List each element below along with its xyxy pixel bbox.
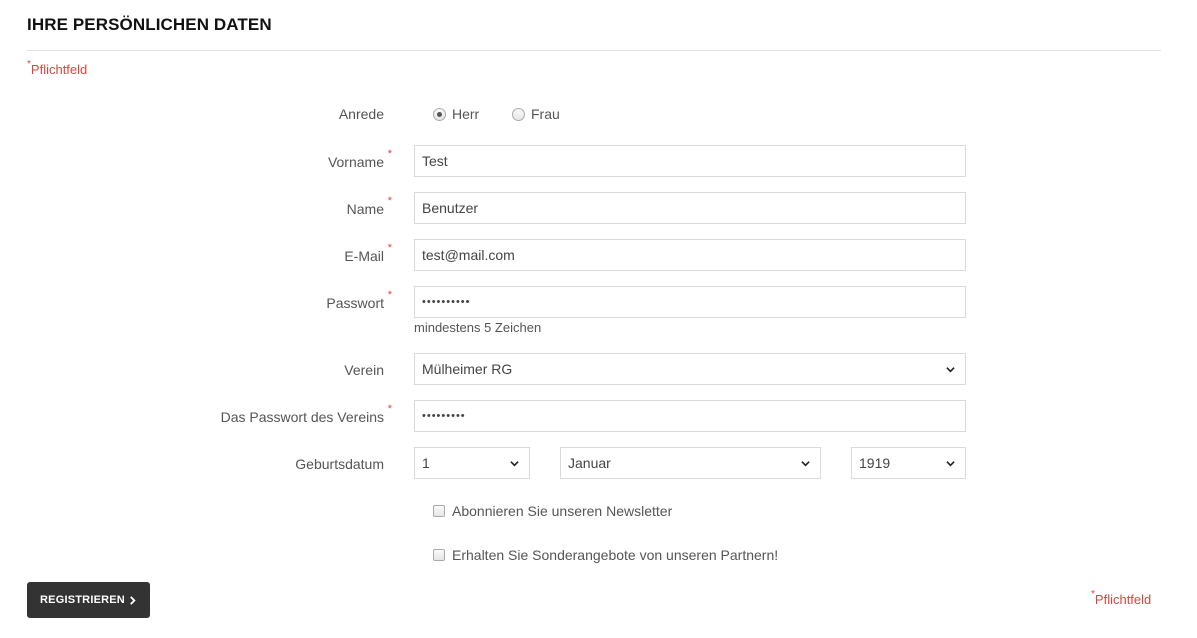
required-star: * [387,242,392,254]
chevron-down-icon [946,367,955,373]
partners-checkbox[interactable]: Erhalten Sie Sonderangebote von unseren … [433,547,778,563]
password-input[interactable]: •••••••••• [414,286,966,318]
birthdate-month-select[interactable]: Januar [560,447,821,479]
birthdate-year-select[interactable]: 1919 [851,447,966,479]
checkbox-unchecked-icon[interactable] [433,549,445,561]
email-label: E-Mail * [344,242,392,264]
required-note-top: *Pflichtfeld [27,59,88,77]
firstname-input[interactable]: Test [414,145,966,177]
title-divider [27,50,1161,51]
required-star: * [1091,589,1095,600]
required-star: * [27,59,31,70]
salutation-label: Anrede [338,106,384,122]
required-note-bottom: *Pflichtfeld [1091,589,1152,607]
register-button[interactable]: REGISTRIEREN [27,582,150,618]
salutation-herr-radio[interactable]: Herr [433,106,479,122]
radio-unchecked-icon[interactable] [512,107,525,121]
password-hint: mindestens 5 Zeichen [414,320,542,335]
lastname-input[interactable]: Benutzer [414,192,966,224]
page-title: IHRE PERSÖNLICHEN DATEN [27,15,272,34]
radio-checked-icon[interactable] [433,107,446,121]
salutation-frau-label[interactable]: Frau [531,106,560,122]
register-button-label: REGISTRIEREN [40,594,125,606]
lastname-label: Name * [346,195,392,217]
club-select-value: Mülheimer RG [422,361,513,377]
chevron-right-icon [130,595,136,605]
birthdate-label: Geburtsdatum [295,456,384,472]
required-star: * [387,403,392,415]
newsletter-checkbox[interactable]: Abonnieren Sie unseren Newsletter [433,503,672,519]
newsletter-label[interactable]: Abonnieren Sie unseren Newsletter [452,503,672,519]
required-star: * [387,289,392,301]
birthdate-day-value: 1 [422,455,430,471]
password-label: Passwort * [326,289,392,311]
required-note-text: Pflichtfeld [1094,592,1152,607]
required-note-text: Pflichtfeld [30,62,88,77]
club-password-label: Das Passwort des Vereins * [220,403,392,425]
partners-label[interactable]: Erhalten Sie Sonderangebote von unseren … [452,547,778,563]
birthdate-day-select[interactable]: 1 [414,447,530,479]
chevron-down-icon [510,461,519,467]
chevron-down-icon [801,461,810,467]
email-input[interactable]: test@mail.com [414,239,966,271]
chevron-down-icon [946,461,955,467]
checkbox-unchecked-icon[interactable] [433,505,445,517]
required-star: * [387,148,392,160]
club-password-input[interactable]: ••••••••• [414,400,966,432]
birthdate-year-value: 1919 [859,455,891,471]
birthdate-month-value: Januar [568,455,611,471]
salutation-herr-label[interactable]: Herr [452,106,479,122]
club-select[interactable]: Mülheimer RG [414,353,966,385]
club-label: Verein [344,362,384,378]
firstname-label: Vorname * [327,148,392,170]
salutation-frau-radio[interactable]: Frau [512,106,560,122]
required-star: * [387,195,392,207]
